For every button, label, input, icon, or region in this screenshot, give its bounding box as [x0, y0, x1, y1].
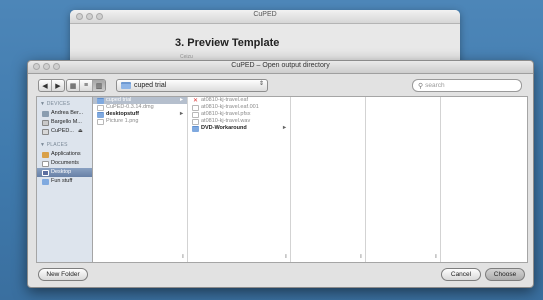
sidebar-header-devices[interactable]: ▼ DEVICES	[40, 101, 93, 107]
browser-column-3: ⫴	[291, 97, 366, 262]
eject-icon[interactable]: ⏏	[78, 127, 83, 136]
sidebar-item-label: Andrea Ber...	[51, 110, 84, 116]
forward-arrow-icon[interactable]: ▶	[52, 80, 64, 91]
list-item[interactable]: at0810-kj-travel.eaf.001	[188, 104, 290, 111]
column-browser: cuped trial ▸ CuPED-0.3.14.dmg desktopst…	[92, 96, 528, 263]
sidebar-item-bargello[interactable]: Bargello M...	[37, 118, 93, 127]
sidebar-item-label: Desktop	[51, 169, 72, 175]
sidebar-item-label: Documents	[51, 160, 79, 166]
dialog-toolbar: ◀ ▶ ▦ ≡ ▥ cuped trial ⇕ ⚲ search	[28, 74, 533, 96]
list-item[interactable]: at0810-kj-travel.wav	[188, 118, 290, 125]
sidebar-item-label: Bargello M...	[51, 119, 82, 125]
column-resize-handle[interactable]: ⫴	[182, 254, 184, 260]
column-view-icon[interactable]: ▥	[93, 80, 105, 91]
disk-icon	[42, 119, 49, 126]
browser-column-1: cuped trial ▸ CuPED-0.3.14.dmg desktopst…	[93, 97, 188, 262]
sidebar-item-applications[interactable]: Applications	[37, 150, 93, 159]
document-icon	[97, 118, 104, 125]
folder-icon	[97, 97, 104, 104]
background-window-titlebar: CuPED	[70, 10, 460, 24]
sidebar-item-cuped[interactable]: CuPED... ⏏	[37, 127, 93, 136]
sidebar-item-label: CuPED...	[51, 128, 74, 134]
item-label: CuPED-0.3.14.dmg	[106, 104, 154, 110]
item-label: at0810-kj-travel.wav	[201, 118, 251, 124]
document-icon	[192, 118, 199, 125]
folder-icon	[121, 82, 131, 89]
folder-icon	[192, 125, 199, 132]
document-icon	[97, 104, 104, 111]
list-item[interactable]: DVD-Workaround ▸	[188, 125, 290, 132]
list-item[interactable]: Picture 1.png	[93, 118, 187, 125]
document-icon	[192, 104, 199, 111]
sidebar-item-label: Applications	[51, 151, 81, 157]
sidebar-item-desktop[interactable]: Desktop	[37, 168, 93, 177]
column-resize-handle[interactable]: ⫴	[285, 254, 287, 260]
sidebar-item-fun-stuff[interactable]: Fun stuff	[37, 177, 93, 186]
step-heading: 3. Preview Template	[175, 37, 280, 49]
choose-button[interactable]: Choose	[485, 268, 525, 281]
item-label: at0810-kj-travel.eaf	[201, 97, 249, 103]
view-mode-buttons: ▦ ≡ ▥	[66, 79, 106, 92]
item-label: at0810-kj-travel.eaf.001	[201, 104, 259, 110]
folder-icon	[97, 111, 104, 118]
list-item[interactable]: cuped trial ▸	[93, 97, 187, 104]
document-icon	[192, 111, 199, 118]
chevron-right-icon: ▸	[179, 97, 183, 103]
dialog-titlebar: CuPED – Open output directory	[28, 61, 533, 74]
location-label: cuped trial	[134, 82, 167, 89]
folder-icon	[42, 178, 49, 185]
icon-view-icon[interactable]: ▦	[67, 80, 80, 91]
cancel-button[interactable]: Cancel	[441, 268, 481, 281]
broken-file-icon: ✕	[192, 97, 199, 104]
new-folder-button[interactable]: New Folder	[38, 268, 88, 281]
search-field[interactable]: ⚲ search	[412, 79, 522, 92]
list-item[interactable]: ✕ at0810-kj-travel.eaf	[188, 97, 290, 104]
desktop-icon	[42, 169, 49, 176]
item-label: at0810-kj-travel.pfsx	[201, 111, 251, 117]
computer-icon	[42, 110, 49, 117]
item-label: Picture 1.png	[106, 118, 139, 124]
browser-column-2: ✕ at0810-kj-travel.eaf at0810-kj-travel.…	[188, 97, 291, 262]
sidebar: ▼ DEVICES Andrea Ber... Bargello M... Cu…	[36, 96, 93, 263]
sidebar-item-label: Fun stuff	[51, 178, 73, 184]
location-popup[interactable]: cuped trial ⇕	[116, 79, 268, 92]
chevron-right-icon: ▸	[282, 125, 286, 131]
nav-buttons: ◀ ▶	[38, 79, 65, 92]
back-arrow-icon[interactable]: ◀	[39, 80, 52, 91]
column-resize-handle[interactable]: ⫴	[360, 254, 362, 260]
dialog-title: CuPED – Open output directory	[231, 62, 330, 69]
documents-icon	[42, 160, 49, 167]
popup-arrows-icon: ⇕	[258, 81, 264, 87]
column-resize-handle[interactable]: ⫴	[435, 254, 437, 260]
list-item[interactable]: CuPED-0.3.14.dmg	[93, 104, 187, 111]
disk-icon	[42, 128, 49, 135]
list-item[interactable]: at0810-kj-travel.pfsx	[188, 111, 290, 118]
item-label: cuped trial	[106, 97, 132, 103]
sidebar-item-andrea[interactable]: Andrea Ber...	[37, 109, 93, 118]
search-placeholder: search	[425, 82, 445, 89]
sidebar-header-places[interactable]: ▼ PLACES	[40, 142, 93, 148]
browser-column-4: ⫴	[366, 97, 441, 262]
item-label: DVD-Workaround	[201, 125, 247, 131]
list-view-icon[interactable]: ≡	[80, 80, 93, 91]
list-item[interactable]: desktopstuff ▸	[93, 111, 187, 118]
sidebar-item-documents[interactable]: Documents	[37, 159, 93, 168]
open-directory-dialog: CuPED – Open output directory ◀ ▶ ▦ ≡ ▥ …	[27, 60, 534, 288]
search-icon: ⚲	[418, 82, 424, 90]
browser-column-5	[441, 97, 527, 262]
background-window-title: CuPED	[253, 11, 277, 18]
dialog-footer: New Folder Cancel Choose	[28, 261, 533, 287]
applications-icon	[42, 151, 49, 158]
chevron-right-icon: ▸	[179, 111, 183, 117]
item-label: desktopstuff	[106, 111, 139, 117]
